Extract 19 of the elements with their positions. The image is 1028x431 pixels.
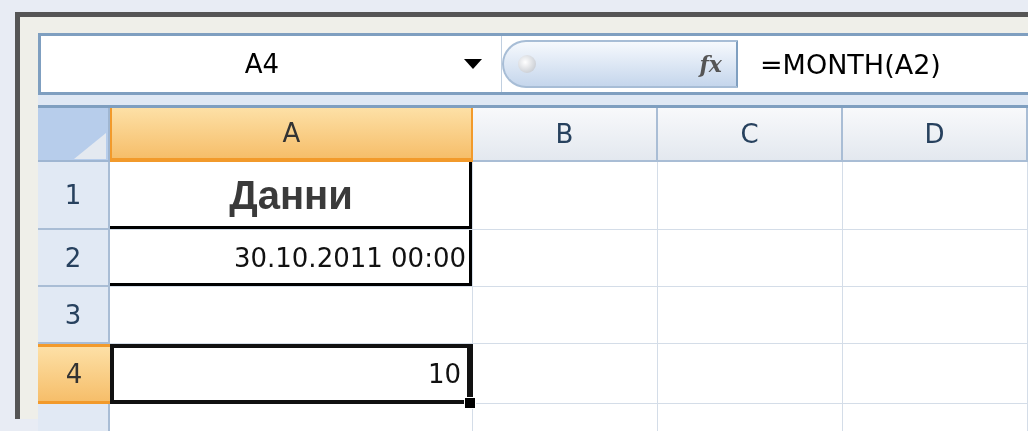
table-cell: Данни xyxy=(110,162,473,230)
column-header[interactable]: B xyxy=(473,108,658,162)
column-header[interactable]: C xyxy=(658,108,843,162)
fill-handle[interactable] xyxy=(464,397,476,409)
name-box[interactable]: A4 xyxy=(41,36,502,92)
column-header[interactable]: A xyxy=(110,108,473,162)
row-header[interactable]: 2 xyxy=(38,230,110,287)
handle-icon[interactable] xyxy=(518,55,536,73)
column-header[interactable]: D xyxy=(843,108,1028,162)
formula-field[interactable]: =MONTH(A2) xyxy=(738,36,1028,92)
caret-icon[interactable] xyxy=(463,58,483,70)
triangle-icon xyxy=(74,132,108,160)
row-header[interactable]: 4 xyxy=(38,344,110,404)
table-cell: 30.10.2011 00:00 xyxy=(110,230,473,287)
row-header[interactable] xyxy=(38,404,110,431)
select-all-button[interactable] xyxy=(38,108,110,162)
row-header[interactable]: 3 xyxy=(38,287,110,344)
row-header[interactable]: 1 xyxy=(38,162,110,230)
insert-function-button[interactable]: fx xyxy=(699,51,736,77)
